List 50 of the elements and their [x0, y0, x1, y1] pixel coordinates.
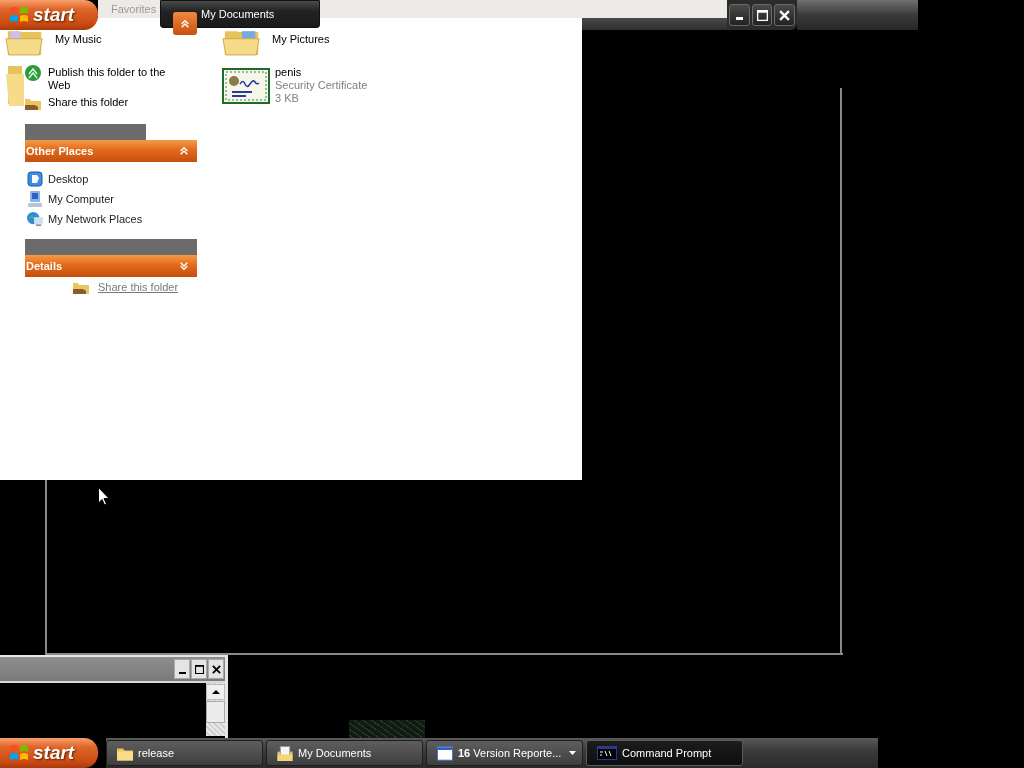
- desktop-icon: [27, 171, 43, 187]
- minimize-icon: [178, 672, 186, 674]
- chevron-down-icon: [179, 261, 189, 271]
- scroll-up-button[interactable]: [206, 684, 225, 700]
- place-link[interactable]: My Computer: [27, 189, 197, 209]
- chevron-up-icon: [180, 18, 190, 29]
- start-button[interactable]: start: [0, 738, 98, 768]
- file-size: 3 KB: [275, 92, 300, 105]
- close-icon: [211, 664, 221, 674]
- caret-icon: [569, 751, 576, 755]
- maximize-icon: [756, 9, 768, 21]
- taskbar-button[interactable]: Command Prompt: [586, 740, 743, 766]
- computer-icon: [27, 191, 43, 207]
- taskbar-button[interactable]: 16 Version Reporte...: [426, 740, 583, 766]
- up-arrow-icon: [211, 690, 220, 694]
- scrollbar[interactable]: [206, 683, 225, 736]
- minimize-button[interactable]: [174, 659, 190, 679]
- folder-name[interactable]: My Music: [55, 31, 102, 45]
- network-icon: [27, 211, 43, 227]
- close-icon: [779, 9, 791, 21]
- maximize-icon: [194, 664, 204, 674]
- documents-folder-icon: [277, 745, 293, 761]
- close-button[interactable]: [208, 659, 224, 679]
- task-link[interactable]: Share this folder: [25, 95, 178, 111]
- maximize-button[interactable]: [751, 4, 773, 26]
- collapse-button[interactable]: [173, 12, 197, 35]
- place-link[interactable]: Desktop: [27, 169, 197, 189]
- maximize-button[interactable]: [191, 659, 207, 679]
- windows-logo-icon: [9, 743, 29, 763]
- taskbar-button[interactable]: My Documents: [160, 0, 320, 28]
- file-name[interactable]: penis: [275, 66, 368, 79]
- globe-arrow-icon: [25, 65, 41, 81]
- folder-icon: [6, 66, 24, 106]
- window-icon: [437, 745, 453, 761]
- share-link[interactable]: Share this folder: [73, 279, 179, 295]
- file-type: Security Certificate: [275, 79, 368, 92]
- minimize-button[interactable]: [729, 4, 750, 26]
- start-button[interactable]: start: [0, 0, 98, 30]
- close-button[interactable]: [774, 4, 795, 26]
- certificate-icon[interactable]: [222, 68, 270, 104]
- place-link[interactable]: My Network Places: [27, 209, 197, 229]
- chevron-up-icon: [179, 146, 189, 156]
- folder-name[interactable]: My Pictures: [272, 31, 330, 45]
- scroll-thumb[interactable]: [206, 701, 225, 723]
- taskbar-button[interactable]: release: [106, 740, 263, 766]
- console-icon: [597, 746, 617, 760]
- windows-logo-icon: [9, 5, 29, 25]
- mouse-pointer-icon: [98, 487, 110, 506]
- task-link[interactable]: Publish this folder to the Web: [25, 65, 178, 92]
- taskbar-button[interactable]: My Documents: [266, 740, 423, 766]
